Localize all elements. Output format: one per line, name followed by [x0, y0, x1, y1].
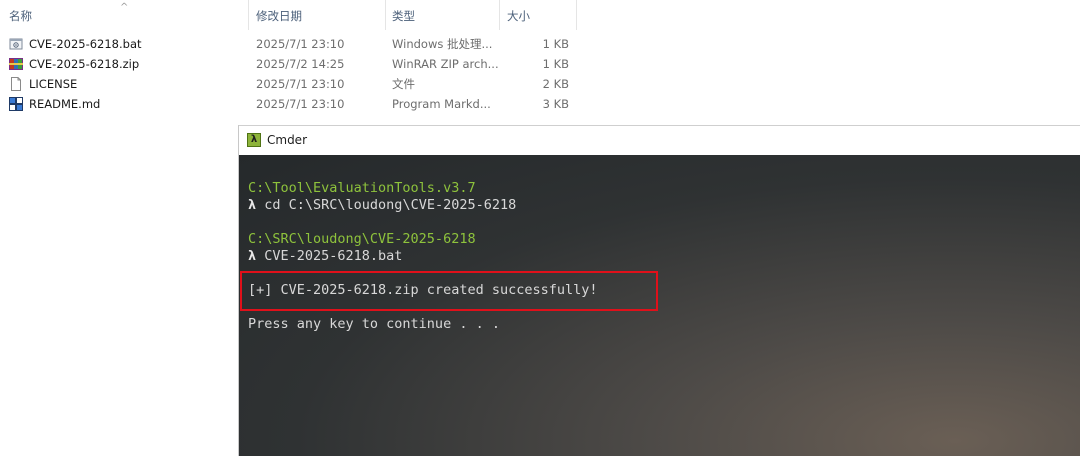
pause-prompt: Press any key to continue . . . — [248, 316, 500, 332]
file-date: 2025/7/1 23:10 — [256, 77, 345, 91]
column-header-size[interactable]: 大小 — [507, 0, 530, 33]
file-name: CVE-2025-6218.zip — [29, 57, 140, 71]
column-divider[interactable] — [576, 0, 577, 30]
file-size: 3 KB — [542, 97, 569, 111]
prompt-path: C:\SRC\loudong\CVE-2025-6218 — [248, 231, 476, 247]
column-header-date[interactable]: 修改日期 — [256, 0, 302, 33]
file-row[interactable]: CVE-2025-6218.zip 2025/7/2 14:25 WinRAR … — [0, 54, 1080, 74]
file-name: LICENSE — [29, 77, 78, 91]
file-row[interactable]: CVE-2025-6218.bat 2025/7/1 23:10 Windows… — [0, 34, 1080, 54]
column-divider[interactable] — [248, 0, 249, 30]
column-header-type[interactable]: 类型 — [392, 0, 415, 33]
file-date: 2025/7/1 23:10 — [256, 37, 345, 51]
file-size: 1 KB — [542, 57, 569, 71]
command-text: cd C:\SRC\loudong\CVE-2025-6218 — [256, 197, 517, 213]
command-text: CVE-2025-6218.bat — [256, 248, 403, 264]
blank-file-icon — [11, 77, 21, 91]
prompt-lambda: λ — [248, 248, 257, 264]
file-date: 2025/7/1 23:10 — [256, 97, 345, 111]
file-date: 2025/7/2 14:25 — [256, 57, 345, 71]
lambda-icon: λ — [247, 133, 261, 147]
file-type: WinRAR ZIP arch... — [392, 57, 499, 71]
column-divider[interactable] — [499, 0, 500, 30]
file-type: Program Markd... — [392, 97, 491, 111]
success-output: [+] CVE-2025-6218.zip created successful… — [248, 282, 598, 298]
bat-file-icon — [9, 38, 23, 50]
file-name: README.md — [29, 97, 101, 111]
cmder-window[interactable]: λ Cmder C:\Tool\EvaluationTools.v3.7 λ c… — [238, 125, 1080, 456]
file-size: 2 KB — [542, 77, 569, 91]
file-type: 文件 — [392, 77, 415, 91]
window-title: Cmder — [267, 133, 308, 147]
file-type: Windows 批处理... — [392, 37, 493, 51]
cmder-titlebar[interactable]: λ Cmder — [239, 125, 1080, 155]
file-size: 1 KB — [542, 37, 569, 51]
prompt-path: C:\Tool\EvaluationTools.v3.7 — [248, 180, 476, 196]
file-explorer: 名称 ^ 修改日期 类型 大小 CVE-2025-6218.bat 2025/7… — [0, 0, 1080, 125]
file-row[interactable]: README.md 2025/7/1 23:10 Program Markd..… — [0, 94, 1080, 114]
winrar-zip-icon — [9, 58, 23, 70]
column-divider[interactable] — [385, 0, 386, 30]
markdown-file-icon — [9, 97, 23, 111]
prompt-lambda: λ — [248, 197, 257, 213]
file-row[interactable]: LICENSE 2025/7/1 23:10 文件 2 KB — [0, 74, 1080, 94]
column-header-name[interactable]: 名称 — [9, 0, 32, 33]
file-name: CVE-2025-6218.bat — [29, 37, 142, 51]
terminal-output[interactable]: C:\Tool\EvaluationTools.v3.7 λ cd C:\SRC… — [239, 155, 1080, 456]
sort-ascending-icon: ^ — [120, 2, 129, 13]
command-line: λ CVE-2025-6218.bat — [248, 248, 402, 265]
command-line: λ cd C:\SRC\loudong\CVE-2025-6218 — [248, 197, 516, 214]
